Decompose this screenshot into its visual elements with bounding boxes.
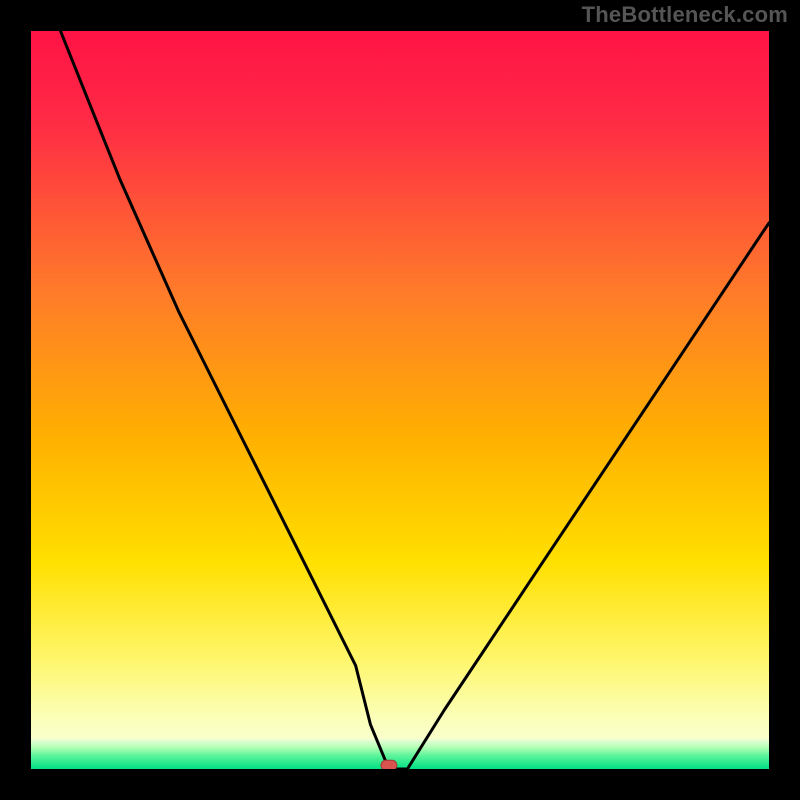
attribution-text: TheBottleneck.com xyxy=(582,2,788,28)
green-zone xyxy=(31,739,769,769)
bottleneck-chart xyxy=(31,31,769,769)
gradient-background xyxy=(31,31,769,769)
chart-frame: TheBottleneck.com xyxy=(0,0,800,800)
plot-area xyxy=(31,31,769,769)
optimal-marker xyxy=(381,760,397,769)
